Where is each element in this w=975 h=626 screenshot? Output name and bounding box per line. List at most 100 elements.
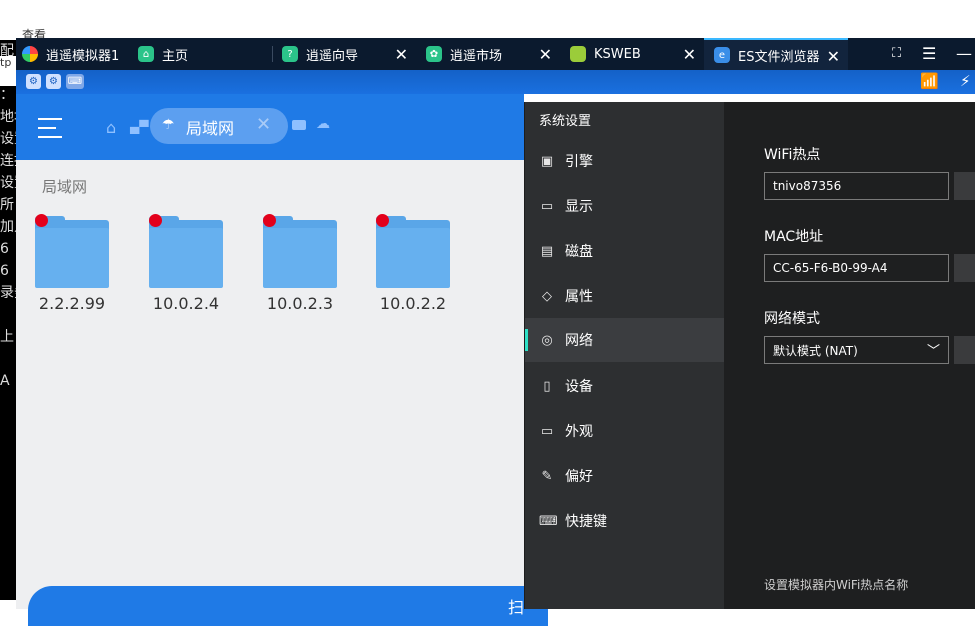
emulator-titlebar: 逍遥模拟器1 ⌂ 主页 ? 逍遥向导 ✕ ✿ 逍遥市场 ✕ KSWEB ✕ e … — [16, 38, 975, 70]
settings-nav-network[interactable]: ◎ 网络 — [525, 318, 725, 362]
window-icon: ▭ — [540, 423, 554, 439]
mac-address-label: MAC地址 — [764, 229, 824, 245]
folder-label: 2.2.2.99 — [38, 294, 106, 313]
close-icon[interactable]: ✕ — [683, 45, 696, 64]
console-line: 连接 — [0, 153, 16, 169]
es-explorer-icon: e — [714, 47, 730, 63]
settings-nav-display[interactable]: ▭ 显示 — [525, 184, 725, 228]
tab-label: 逍遥市场 — [450, 48, 503, 64]
network-icon[interactable]: ▄▀ — [130, 120, 148, 134]
close-icon[interactable]: ✕ — [256, 114, 271, 135]
console-line: 加入 — [0, 219, 16, 235]
settings-nav-disk[interactable]: ▤ 磁盘 — [525, 229, 725, 273]
network-mode-settings-button[interactable] — [954, 336, 975, 364]
fullscreen-icon[interactable]: ⛶ — [892, 46, 901, 61]
new-badge-dot — [376, 214, 389, 227]
keyboard-icon: ⌨ — [539, 513, 558, 529]
disk-icon: ▤ — [540, 243, 554, 259]
wifi-hotspot-input[interactable]: tnivo87356 — [764, 172, 949, 200]
settings-nav-appearance[interactable]: ▭ 外观 — [525, 409, 725, 453]
notification-icon: ⚙ — [26, 74, 41, 89]
folder-label: 10.0.2.4 — [152, 294, 220, 313]
scan-button-label: 扫 — [508, 598, 525, 617]
tab-label: KSWEB — [594, 46, 641, 62]
battery-charging-icon: ⚡ — [960, 72, 971, 90]
background-left-strip: tp — [0, 56, 16, 86]
console-line: 6 — [0, 263, 9, 279]
network-mode-select[interactable]: 默认模式 (NAT) ﹀ — [764, 336, 949, 364]
nav-label: 偏好 — [565, 469, 593, 485]
wifi-randomize-button[interactable] — [954, 172, 975, 200]
chat-icon[interactable] — [292, 120, 306, 130]
tab-label: 逍遥模拟器1 — [46, 48, 120, 64]
settings-nav-device[interactable]: ▯ 设备 — [525, 364, 725, 408]
keyboard-status-icon: ⌨ — [66, 74, 84, 89]
network-mode-label: 网络模式 — [764, 311, 820, 327]
folder-item[interactable]: 2.2.2.99 — [32, 214, 112, 316]
background-console: 配待定：地址设置连接设置所加入66录务 上 A — [0, 40, 16, 600]
cpu-icon: ▣ — [540, 153, 554, 169]
notification-icon: ⚙ — [46, 74, 61, 89]
hamburger-menu-icon[interactable] — [38, 118, 62, 138]
wrench-icon: ✎ — [541, 468, 553, 484]
folder-item[interactable]: 10.0.2.4 — [146, 214, 226, 316]
new-badge-dot — [263, 214, 276, 227]
mac-randomize-button[interactable] — [954, 254, 975, 282]
nav-label: 显示 — [565, 199, 593, 215]
mac-address-input[interactable]: CC-65-F6-B0-99-A4 — [764, 254, 949, 282]
desktop-background — [0, 0, 975, 40]
tag-icon: ◇ — [542, 288, 552, 304]
section-title: 局域网 — [42, 178, 88, 196]
console-line: 设置 — [0, 175, 16, 191]
new-badge-dot — [149, 214, 162, 227]
tab-ksweb[interactable]: KSWEB ✕ — [570, 38, 704, 70]
close-icon[interactable]: ✕ — [539, 45, 552, 64]
nav-label: 网络 — [565, 333, 593, 349]
globe-icon: ◎ — [541, 332, 553, 348]
settings-title: 系统设置 — [539, 114, 592, 129]
ksweb-app-icon — [570, 46, 586, 62]
tab-memu[interactable]: 逍遥模拟器1 — [22, 38, 142, 70]
chevron-down-icon: ﹀ — [926, 344, 940, 359]
tab-label: ES文件浏览器 — [738, 49, 820, 65]
home-icon[interactable]: ⌂ — [106, 118, 116, 137]
home-app-icon: ⌂ — [138, 46, 154, 62]
close-icon[interactable]: ✕ — [827, 47, 840, 66]
microphone-icon: ▯ — [543, 378, 551, 394]
console-line: 上 — [0, 329, 14, 345]
console-line: 录务 — [0, 285, 16, 301]
settings-sidebar: 系统设置 ▣ 引擎 ▭ 显示 ▤ 磁盘 ◇ 属性 ◎ 网络 ▯ 设备 ▭ 外观 ✎ 偏好 ⌨ 快捷… — [524, 102, 725, 609]
minimize-icon[interactable]: — — [956, 44, 972, 63]
new-badge-dot — [35, 214, 48, 227]
market-app-icon: ✿ — [426, 46, 442, 62]
folder-item[interactable]: 10.0.2.2 — [373, 214, 453, 316]
es-app-header: ⌂ ▄▀ ☂ 局域网 ✕ ☁ — [16, 94, 524, 160]
tab-es-explorer[interactable]: e ES文件浏览器 ✕ — [704, 38, 848, 70]
tab-guide[interactable]: ? 逍遥向导 ✕ — [282, 38, 416, 70]
memu-logo-icon — [22, 46, 38, 62]
breadcrumb-current[interactable]: ☂ 局域网 ✕ — [150, 108, 288, 144]
menu-icon[interactable]: ☰ — [922, 44, 936, 63]
nav-label: 属性 — [565, 289, 593, 305]
close-icon[interactable]: ✕ — [395, 45, 408, 64]
settings-content: WiFi热点 tnivo87356 MAC地址 CC-65-F6-B0-99-A… — [724, 102, 975, 609]
settings-nav-engine[interactable]: ▣ 引擎 — [525, 139, 725, 183]
folder-label: 10.0.2.3 — [266, 294, 334, 313]
folder-item[interactable]: 10.0.2.3 — [260, 214, 340, 316]
scan-button[interactable]: 扫 — [28, 586, 548, 626]
settings-nav-shortcuts[interactable]: ⌨ 快捷键 — [525, 499, 725, 543]
wifi-signal-icon: 📶 — [920, 72, 939, 90]
console-line: 6 — [0, 241, 9, 257]
cloud-icon[interactable]: ☁ — [316, 116, 330, 132]
guide-app-icon: ? — [282, 46, 298, 62]
settings-nav-properties[interactable]: ◇ 属性 — [525, 274, 725, 318]
tab-home[interactable]: ⌂ 主页 — [138, 38, 278, 70]
wifi-hotspot-label: WiFi热点 — [764, 147, 821, 163]
console-line: 设置 — [0, 131, 16, 147]
breadcrumb-label: 局域网 — [186, 119, 235, 138]
tab-market[interactable]: ✿ 逍遥市场 ✕ — [426, 38, 560, 70]
console-line: A — [0, 373, 10, 389]
nav-label: 快捷键 — [565, 514, 607, 530]
settings-nav-preferences[interactable]: ✎ 偏好 — [525, 454, 725, 498]
